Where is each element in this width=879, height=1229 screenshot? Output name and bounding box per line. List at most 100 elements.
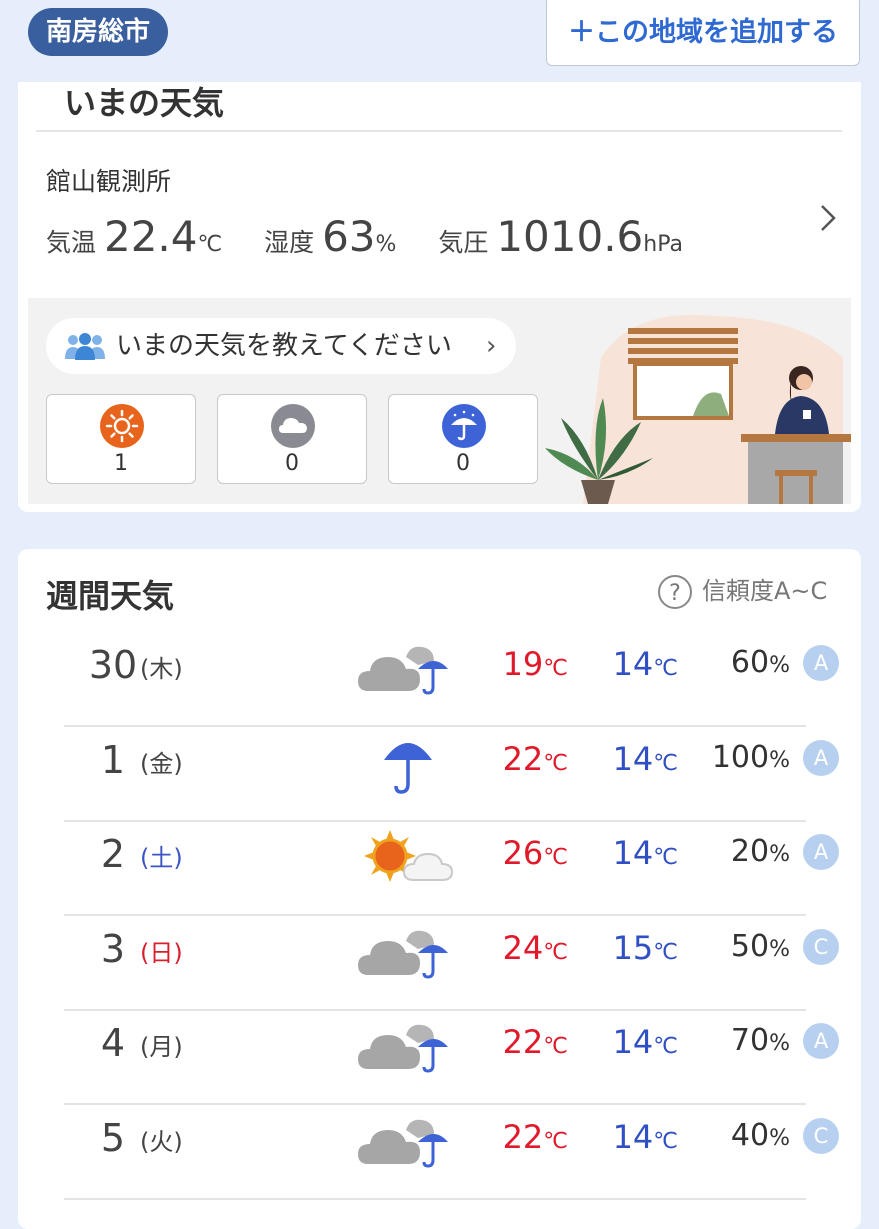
forecast-high-value: 22 — [502, 1023, 544, 1061]
temp-unit: ℃ — [543, 1128, 568, 1154]
reliability-badge: A — [803, 739, 839, 776]
forecast-row[interactable]: 30 (木) 19℃ 14℃ 60% A — [18, 633, 861, 727]
forecast-precip: 50% — [690, 929, 790, 964]
forecast-low: 14℃ — [598, 834, 678, 872]
temp-unit: ℃ — [653, 750, 678, 776]
humidity-unit: % — [375, 232, 397, 257]
forecast-high: 22℃ — [488, 740, 568, 778]
humidity-value: 63 — [322, 212, 376, 261]
forecast-precip: 40% — [690, 1118, 790, 1153]
temp-unit: ℃ — [653, 1128, 678, 1154]
forecast-high: 22℃ — [488, 1118, 568, 1156]
reliability-badge: C — [803, 928, 839, 965]
vote-rainy-count: 0 — [456, 451, 470, 476]
temp-value: 22.4 — [103, 212, 198, 261]
forecast-precip: 70% — [690, 1023, 790, 1058]
chevron-right-icon[interactable] — [814, 198, 842, 238]
reliability-badge: A — [803, 834, 839, 870]
forecast-low-value: 14 — [612, 1023, 654, 1061]
reliability-badge: A — [803, 645, 839, 681]
forecast-precip-value: 100 — [711, 739, 770, 775]
room-illustration — [545, 314, 851, 504]
temp-unit: ℃ — [653, 1034, 678, 1059]
forecast-row[interactable]: 5 (火) 22℃ 14℃ 40% C — [18, 1106, 861, 1200]
forecast-low-value: 15 — [612, 928, 654, 967]
percent-unit: % — [769, 1031, 790, 1056]
sun-icon — [100, 404, 144, 448]
forecast-precip-value: 20 — [730, 834, 770, 869]
forecast-low-value: 14 — [612, 834, 654, 872]
reliability-badge: A — [803, 1023, 839, 1059]
vote-cloudy-count: 0 — [285, 451, 299, 476]
forecast-low-value: 14 — [612, 645, 654, 683]
temp-unit: ℃ — [653, 656, 678, 681]
weekly-weather-card: 週間天気 ? 信頼度A~C 30 (木) 19℃ 14℃ 60% A 1 (金) 22℃ 14℃ 10… — [18, 549, 861, 1229]
percent-unit: % — [769, 1125, 790, 1151]
vote-sunny-count: 1 — [114, 451, 128, 476]
cloud-rain-icon — [358, 1013, 458, 1077]
forecast-low: 15℃ — [598, 929, 678, 967]
temp-unit: ℃ — [197, 232, 223, 257]
forecast-row[interactable]: 4 (月) 22℃ 14℃ 70% A — [18, 1011, 861, 1105]
humidity-label: 湿度 — [264, 228, 315, 257]
pressure-label: 気圧 — [438, 228, 489, 257]
forecast-row[interactable]: 3 (日) 24℃ 15℃ 50% C — [18, 917, 861, 1011]
cloud-rain-icon — [358, 1108, 458, 1172]
temp-unit: ℃ — [543, 656, 568, 681]
forecast-high: 26℃ — [488, 834, 568, 872]
divider — [36, 130, 842, 132]
forecast-low-value: 14 — [612, 1117, 654, 1156]
temp-unit: ℃ — [543, 845, 568, 870]
reliability-badge: C — [803, 1117, 839, 1154]
forecast-precip: 60% — [690, 645, 790, 680]
observation-values[interactable]: 気温 22.4℃ 湿度 63% 気圧 1010.6hPa — [46, 212, 683, 261]
sun-cloud-icon — [358, 824, 458, 888]
station-name[interactable]: 館山観測所 — [46, 162, 171, 198]
percent-unit: % — [769, 936, 790, 962]
forecast-high: 22℃ — [488, 1023, 568, 1061]
temp-unit: ℃ — [653, 939, 678, 965]
forecast-high-value: 26 — [502, 834, 544, 872]
vote-rainy-button[interactable]: 0 — [388, 394, 538, 484]
forecast-row[interactable]: 2 (土) 26℃ 14℃ 20% A — [18, 822, 861, 916]
temp-label: 気温 — [46, 228, 97, 257]
forecast-precip: 100% — [690, 740, 790, 775]
report-weather-button[interactable]: いまの天気を教えてください › — [46, 318, 516, 374]
help-icon: ? — [658, 575, 692, 609]
percent-unit: % — [769, 842, 790, 867]
forecast-row[interactable]: 1 (金) 22℃ 14℃ 100% A — [18, 728, 861, 822]
weekly-title: 週間天気 — [46, 577, 175, 615]
forecast-weekday: (金) — [140, 749, 183, 778]
umbrella-icon — [442, 404, 486, 448]
forecast-high: 24℃ — [488, 929, 568, 967]
top-bar: 南房総市 ＋この地域を追加する — [0, 0, 879, 82]
temp-unit: ℃ — [653, 845, 678, 870]
current-weather-title: いまの天気 — [64, 84, 225, 122]
pressure-unit: hPa — [643, 232, 683, 257]
forecast-high-value: 19 — [502, 645, 544, 683]
forecast-precip-value: 50 — [730, 928, 770, 964]
forecast-high-value: 22 — [502, 739, 544, 778]
temp-unit: ℃ — [543, 1034, 568, 1059]
pressure-value: 1010.6 — [496, 212, 644, 261]
people-icon — [65, 333, 105, 360]
forecast-precip-value: 60 — [730, 645, 770, 680]
current-weather-card: いまの天気 館山観測所 気温 22.4℃ 湿度 63% 気圧 1010.6hPa… — [18, 60, 861, 512]
vote-cloudy-button[interactable]: 0 — [217, 394, 367, 484]
forecast-weekday: (土) — [140, 844, 183, 872]
city-badge[interactable]: 南房総市 — [28, 8, 169, 56]
forecast-precip-value: 40 — [730, 1117, 770, 1153]
vote-sunny-button[interactable]: 1 — [46, 394, 196, 484]
forecast-weekday: (月) — [140, 1033, 183, 1061]
reliability-help[interactable]: ? 信頼度A~C — [658, 571, 827, 609]
forecast-weekday: (日) — [140, 938, 183, 967]
forecast-low: 14℃ — [598, 1118, 678, 1156]
forecast-high: 19℃ — [488, 645, 568, 683]
percent-unit: % — [769, 747, 790, 773]
add-region-button[interactable]: ＋この地域を追加する — [546, 0, 860, 66]
cloud-icon — [271, 404, 315, 448]
reliability-label: 信頼度A~C — [702, 577, 828, 605]
rain-icon — [358, 730, 458, 794]
row-divider — [64, 1197, 806, 1200]
forecast-precip: 20% — [690, 834, 790, 869]
